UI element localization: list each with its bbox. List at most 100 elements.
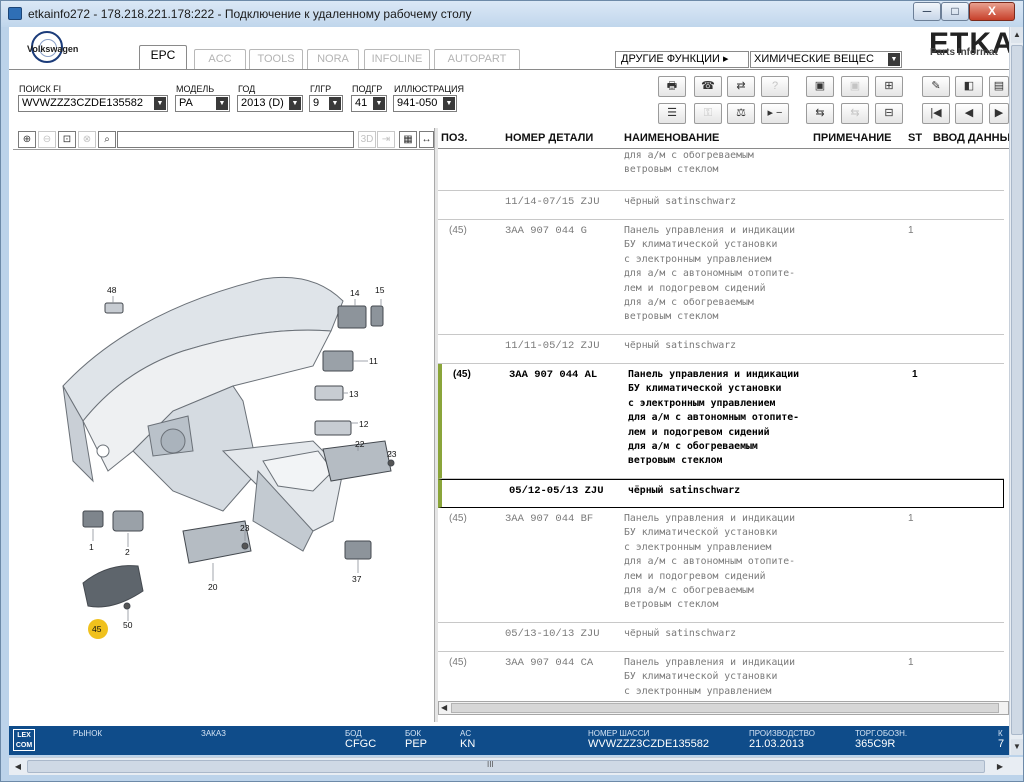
chemicals-dropdown[interactable]: ХИМИЧЕСКИЕ ВЕЩЕС ▼: [750, 51, 902, 68]
book-prev-button[interactable]: ◧: [955, 76, 983, 97]
illustration-dropdown[interactable]: 941-050 ▼: [393, 95, 457, 112]
table-row-selected[interactable]: 05/12-05/13 ZJU чёрный satinschwarz: [438, 479, 1004, 508]
row-name: чёрный satinschwarz: [624, 628, 737, 639]
cart-button[interactable]: ⊟: [875, 103, 903, 124]
tab-nora[interactable]: NORA: [307, 49, 359, 69]
list-button[interactable]: ☰: [658, 103, 686, 124]
zoom-out-icon[interactable]: ⊖: [38, 131, 56, 148]
split-icon[interactable]: ↔: [419, 131, 434, 148]
compare-button[interactable]: ⇆: [841, 103, 869, 124]
model-label: МОДЕЛЬ: [176, 84, 215, 94]
row-part: 3AA 907 044 CA: [505, 657, 594, 669]
print-button[interactable]: 🖶: [658, 76, 686, 97]
window-horizontal-scrollbar[interactable]: ◀ III ▶: [9, 757, 1009, 775]
close-button[interactable]: X: [969, 2, 1015, 21]
pin-button[interactable]: ✎: [922, 76, 950, 97]
prev-button[interactable]: ◀: [955, 103, 983, 124]
table-row[interactable]: (45) 3AA 907 044 G Панель управления и и…: [438, 220, 1004, 335]
scale-button[interactable]: ⚖: [727, 103, 755, 124]
phone-button[interactable]: ☎: [694, 76, 722, 97]
next-button[interactable]: ▶: [989, 103, 1009, 124]
main-group-label: ГЛГР: [310, 84, 332, 94]
depot-button[interactable]: ▣: [841, 76, 869, 97]
table-row-selected[interactable]: (45) 3AA 907 044 AL Панель управления и …: [438, 364, 1004, 479]
tab-autopart[interactable]: AUTOPART: [434, 49, 520, 69]
row-st: 1: [908, 225, 914, 236]
first-button[interactable]: |◀: [922, 103, 950, 124]
title-bar[interactable]: etkainfo272 - 178.218.221.178:222 - Подк…: [1, 1, 1023, 27]
row-name: чёрный satinschwarz: [624, 340, 737, 351]
table-horizontal-scrollbar[interactable]: ◀: [438, 701, 1009, 715]
layout-icon[interactable]: ▦: [399, 131, 417, 148]
col-input[interactable]: ВВОД ДАННЫ: [933, 132, 1009, 144]
table-row[interactable]: (45) 3AA 907 044 BF Панель управления и …: [438, 508, 1004, 623]
col-name[interactable]: НАИМЕНОВАНИЕ: [624, 132, 719, 144]
window-title: etkainfo272 - 178.218.221.178:222 - Подк…: [28, 7, 472, 21]
zoom-area-icon[interactable]: ⊡: [58, 131, 76, 148]
chevron-down-icon: ▼: [329, 97, 341, 110]
row-name: Панель управления и индикации БУ климати…: [628, 369, 800, 467]
table-row[interactable]: 11/14-07/15 ZJU чёрный satinschwarz: [438, 191, 1004, 220]
scroll-thumb[interactable]: [451, 703, 999, 713]
diagram-label: 45: [92, 624, 102, 634]
tab-infoline[interactable]: INFOLINE: [364, 49, 430, 69]
chevron-down-icon[interactable]: ▼: [1011, 739, 1023, 755]
ac-label: AC: [460, 729, 472, 738]
table-row[interactable]: 11/11-05/12 ZJU чёрный satinschwarz: [438, 335, 1004, 364]
remote-desktop-icon: [8, 7, 22, 20]
table-row[interactable]: 05/13-10/13 ZJU чёрный satinschwarz: [438, 623, 1004, 652]
row-st: 1: [908, 657, 914, 668]
year-value: 2013 (D): [241, 97, 284, 109]
sub-group-dropdown[interactable]: 41 ▼: [351, 95, 387, 112]
tab-epc[interactable]: EPC: [139, 45, 187, 70]
diagram-label: 23: [387, 449, 397, 459]
book-next-button[interactable]: ▤: [989, 76, 1009, 97]
parts-illustration[interactable]: 48 14 15 11 13 12 22 23 1 2 23 20 37 45 …: [13, 151, 434, 711]
bok-label: БОК: [405, 729, 422, 738]
scroll-grip: III: [487, 760, 494, 769]
search-icon[interactable]: ⌕: [98, 131, 116, 148]
col-note[interactable]: ПРИМЕЧАНИЕ: [813, 132, 892, 144]
main-group-dropdown[interactable]: 9 ▼: [309, 95, 343, 112]
tab-acc[interactable]: ACC: [194, 49, 246, 69]
fi-dropdown[interactable]: WVWZZZ3CZDE135582 ▼: [18, 95, 168, 112]
resize-corner[interactable]: [1009, 757, 1023, 775]
diagram-toolbar: ⊕ ⊖ ⊡ ⊗ ⌕ 3D ⇥ ▦ ↔: [13, 128, 434, 150]
row-part: 3AA 907 044 G: [505, 225, 587, 237]
elsa-button[interactable]: ▣: [806, 76, 834, 97]
diagram-label: 48: [107, 285, 117, 295]
chevron-left-icon[interactable]: ◀: [441, 704, 449, 712]
col-st[interactable]: ST: [908, 132, 922, 144]
chevron-down-icon: ▼: [443, 97, 455, 110]
zoom-fit-icon[interactable]: ⊗: [78, 131, 96, 148]
play-minus-button[interactable]: ▸ −: [761, 103, 789, 124]
chevron-up-icon[interactable]: ▲: [1011, 27, 1023, 43]
diagram-search-input[interactable]: [117, 131, 354, 148]
zoom-in-icon[interactable]: ⊕: [18, 131, 36, 148]
window-vertical-scrollbar[interactable]: ▲ ▼: [1009, 27, 1023, 755]
scroll-thumb[interactable]: [27, 760, 985, 773]
tab-tools[interactable]: TOOLS: [249, 49, 303, 69]
illustration-value: 941-050: [397, 97, 438, 109]
export-icon[interactable]: ⇥: [377, 131, 395, 148]
chevron-left-icon[interactable]: ◀: [12, 760, 24, 773]
model-dropdown[interactable]: PA ▼: [175, 95, 230, 112]
col-part-number[interactable]: НОМЕР ДЕТАЛИ: [505, 132, 593, 144]
key-button[interactable]: ⚿: [694, 103, 722, 124]
3d-button[interactable]: 3D: [358, 131, 376, 148]
scroll-thumb[interactable]: [1011, 45, 1023, 735]
col-pos[interactable]: ПОЗ.: [441, 132, 467, 144]
year-dropdown[interactable]: 2013 (D) ▼: [237, 95, 303, 112]
minimize-button[interactable]: ─: [913, 2, 941, 21]
table-row[interactable]: для а/м с обогреваемым ветровым стеклом: [438, 149, 1004, 191]
chevron-right-icon[interactable]: ▶: [994, 760, 1006, 773]
table-row[interactable]: (45) 3AA 907 044 CA Панель управления и …: [438, 652, 1004, 701]
help-button[interactable]: ?: [761, 76, 789, 97]
sub-group-label: ПОДГР: [352, 84, 383, 94]
cart-add-button[interactable]: ⊞: [875, 76, 903, 97]
maximize-button[interactable]: □: [941, 2, 969, 21]
diagram-label: 22: [355, 439, 365, 449]
handshake-button[interactable]: ⇄: [727, 76, 755, 97]
transfer-button[interactable]: ⇆: [806, 103, 834, 124]
other-functions-menu[interactable]: ДРУГИЕ ФУНКЦИИ ▸: [615, 51, 749, 68]
